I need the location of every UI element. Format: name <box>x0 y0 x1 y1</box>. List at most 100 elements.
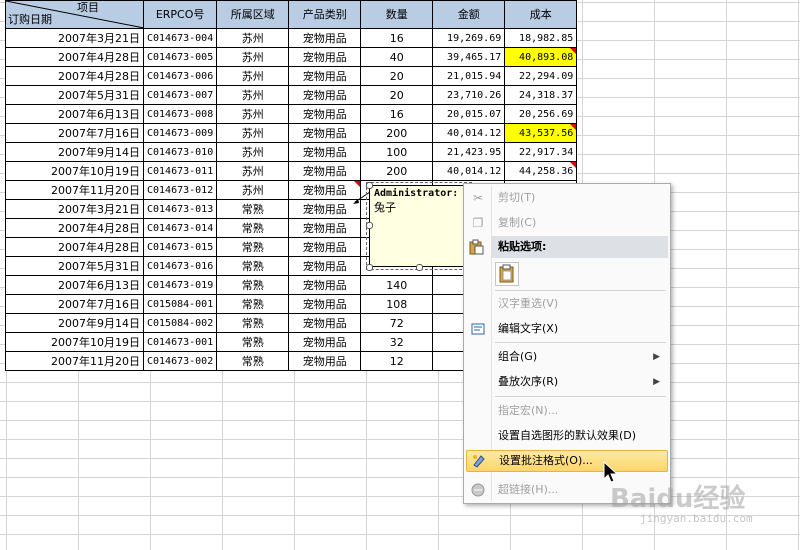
erp-code-cell[interactable]: C015084-001 <box>142 294 218 314</box>
quantity-cell[interactable]: 200 <box>360 161 434 181</box>
cost-cell[interactable]: 43,537.56 <box>504 123 578 143</box>
amount-cell[interactable]: 20,015.07 <box>432 104 506 124</box>
date-cell[interactable]: 2007年3月21日 <box>5 199 144 219</box>
amount-cell[interactable]: 21,015.94 <box>432 66 506 86</box>
category-cell[interactable]: 宠物用品 <box>288 256 362 276</box>
menu-item-set-default-shape[interactable]: 设置自选图形的默认效果(D) <box>466 425 668 447</box>
category-cell[interactable]: 宠物用品 <box>288 351 362 371</box>
category-cell[interactable]: 宠物用品 <box>288 218 362 238</box>
region-cell[interactable]: 常熟 <box>216 218 290 238</box>
col-header-qty[interactable]: 数量 <box>360 0 434 29</box>
comment-box[interactable]: Administrator: 兔子 <box>366 182 472 270</box>
region-cell[interactable]: 常熟 <box>216 275 290 295</box>
region-cell[interactable]: 常熟 <box>216 256 290 276</box>
erp-code-cell[interactable]: C014673-009 <box>142 123 218 143</box>
category-cell[interactable]: 宠物用品 <box>288 332 362 352</box>
quantity-cell[interactable]: 32 <box>360 332 434 352</box>
category-cell[interactable]: 宠物用品 <box>288 294 362 314</box>
erp-code-cell[interactable]: C014673-013 <box>142 199 218 219</box>
cost-cell[interactable]: 22,917.34 <box>504 142 578 162</box>
date-cell[interactable]: 2007年11月20日 <box>5 180 144 200</box>
paste-option-button[interactable] <box>495 262 519 286</box>
date-cell[interactable]: 2007年9月14日 <box>5 142 144 162</box>
erp-code-cell[interactable]: C014673-007 <box>142 85 218 105</box>
date-cell[interactable]: 2007年4月28日 <box>5 218 144 238</box>
erp-code-cell[interactable]: C014673-005 <box>142 47 218 67</box>
diagonal-header-cell[interactable]: 项目 订购日期 <box>5 0 144 29</box>
col-header-region[interactable]: 所属区域 <box>216 0 290 29</box>
comment-text[interactable]: 兔子 <box>374 199 464 215</box>
cost-cell[interactable]: 20,256.69 <box>504 104 578 124</box>
erp-code-cell[interactable]: C014673-015 <box>142 237 218 257</box>
resize-handle-w[interactable] <box>366 222 373 229</box>
category-cell[interactable]: 宠物用品 <box>288 180 362 200</box>
region-cell[interactable]: 常熟 <box>216 294 290 314</box>
date-cell[interactable]: 2007年3月21日 <box>5 28 144 48</box>
quantity-cell[interactable]: 100 <box>360 142 434 162</box>
date-cell[interactable]: 2007年7月16日 <box>5 123 144 143</box>
date-cell[interactable]: 2007年9月14日 <box>5 313 144 333</box>
erp-code-cell[interactable]: C014673-019 <box>142 275 218 295</box>
menu-item-assign-macro[interactable]: 指定宏(N)... <box>466 400 668 422</box>
menu-item-copy[interactable]: ❐ 复制(C) <box>466 212 668 234</box>
quantity-cell[interactable]: 20 <box>360 66 434 86</box>
date-cell[interactable]: 2007年7月16日 <box>5 294 144 314</box>
erp-code-cell[interactable]: C014673-011 <box>142 161 218 181</box>
region-cell[interactable]: 苏州 <box>216 28 290 48</box>
quantity-cell[interactable]: 16 <box>360 28 434 48</box>
erp-code-cell[interactable]: C014673-012 <box>142 180 218 200</box>
date-cell[interactable]: 2007年5月31日 <box>5 256 144 276</box>
region-cell[interactable]: 苏州 <box>216 161 290 181</box>
region-cell[interactable]: 常熟 <box>216 332 290 352</box>
amount-cell[interactable]: 40,014.12 <box>432 161 506 181</box>
quantity-cell[interactable]: 200 <box>360 123 434 143</box>
erp-code-cell[interactable]: C014673-010 <box>142 142 218 162</box>
cost-cell[interactable]: 24,318.37 <box>504 85 578 105</box>
category-cell[interactable]: 宠物用品 <box>288 85 362 105</box>
quantity-cell[interactable]: 16 <box>360 104 434 124</box>
date-cell[interactable]: 2007年10月19日 <box>5 332 144 352</box>
resize-handle-sw[interactable] <box>366 264 373 271</box>
category-cell[interactable]: 宠物用品 <box>288 47 362 67</box>
erp-code-cell[interactable]: C014673-004 <box>142 28 218 48</box>
region-cell[interactable]: 常熟 <box>216 199 290 219</box>
menu-item-edit-text[interactable]: 编辑文字(X) <box>466 318 668 340</box>
date-cell[interactable]: 2007年11月20日 <box>5 351 144 371</box>
erp-code-cell[interactable]: C015084-002 <box>142 313 218 333</box>
category-cell[interactable]: 宠物用品 <box>288 199 362 219</box>
category-cell[interactable]: 宠物用品 <box>288 142 362 162</box>
region-cell[interactable]: 苏州 <box>216 142 290 162</box>
quantity-cell[interactable]: 12 <box>360 351 434 371</box>
date-cell[interactable]: 2007年4月28日 <box>5 237 144 257</box>
resize-handle-s[interactable] <box>416 264 423 271</box>
date-cell[interactable]: 2007年10月19日 <box>5 161 144 181</box>
cost-cell[interactable]: 18,982.85 <box>504 28 578 48</box>
cost-cell[interactable]: 22,294.09 <box>504 66 578 86</box>
erp-code-cell[interactable]: C014673-006 <box>142 66 218 86</box>
erp-code-cell[interactable]: C014673-014 <box>142 218 218 238</box>
date-cell[interactable]: 2007年6月13日 <box>5 275 144 295</box>
date-cell[interactable]: 2007年4月28日 <box>5 66 144 86</box>
col-header-cost[interactable]: 成本 <box>504 0 578 29</box>
category-cell[interactable]: 宠物用品 <box>288 313 362 333</box>
amount-cell[interactable]: 21,423.95 <box>432 142 506 162</box>
menu-item-group[interactable]: 组合(G) ▶ <box>466 346 668 368</box>
erp-code-cell[interactable]: C014673-001 <box>142 332 218 352</box>
amount-cell[interactable]: 39,465.17 <box>432 47 506 67</box>
quantity-cell[interactable]: 72 <box>360 313 434 333</box>
category-cell[interactable]: 宠物用品 <box>288 275 362 295</box>
category-cell[interactable]: 宠物用品 <box>288 237 362 257</box>
category-cell[interactable]: 宠物用品 <box>288 66 362 86</box>
region-cell[interactable]: 常熟 <box>216 351 290 371</box>
quantity-cell[interactable]: 40 <box>360 47 434 67</box>
category-cell[interactable]: 宠物用品 <box>288 28 362 48</box>
region-cell[interactable]: 苏州 <box>216 104 290 124</box>
quantity-cell[interactable]: 108 <box>360 294 434 314</box>
menu-item-filter-chinese[interactable]: 汉字重选(V) <box>466 293 668 315</box>
category-cell[interactable]: 宠物用品 <box>288 104 362 124</box>
quantity-cell[interactable]: 140 <box>360 275 434 295</box>
region-cell[interactable]: 常熟 <box>216 313 290 333</box>
col-header-category[interactable]: 产品类别 <box>288 0 362 29</box>
menu-item-format-comment[interactable]: 设置批注格式(O)... <box>466 450 668 472</box>
col-header-erp[interactable]: ERPCO号 <box>142 0 218 29</box>
